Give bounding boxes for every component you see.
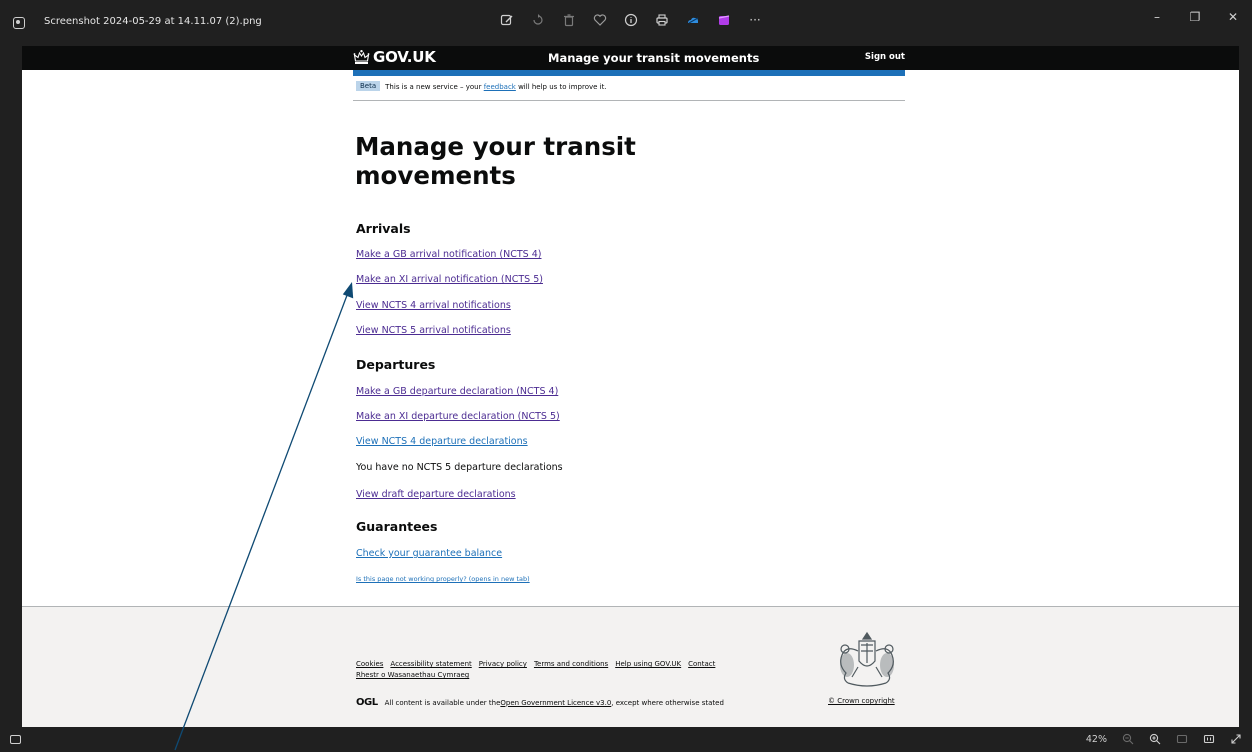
- edit-image-icon[interactable]: [500, 13, 514, 27]
- open-government-licence-link[interactable]: Open Government Licence v3.0: [500, 699, 611, 707]
- more-icon[interactable]: ···: [748, 13, 762, 27]
- clipchamp-icon[interactable]: [717, 13, 731, 27]
- view-ncts4-departures-link[interactable]: View NCTS 4 departure declarations: [356, 436, 528, 447]
- xi-arrival-link[interactable]: Make an XI arrival notification (NCTS 5): [356, 274, 543, 285]
- footer-link-help[interactable]: Help using GOV.UK: [615, 660, 681, 668]
- header-blue-bar: [353, 70, 905, 76]
- govuk-header-inner: GOV.UK Manage your transit movements Sig…: [353, 46, 905, 70]
- rotate-icon[interactable]: [531, 13, 545, 27]
- footer-link-terms[interactable]: Terms and conditions: [534, 660, 608, 668]
- title-bar: Screenshot 2024-05-29 at 14.11.07 (2).pn…: [0, 0, 1252, 46]
- royal-coat-of-arms-icon: [840, 631, 894, 687]
- print-icon[interactable]: [655, 13, 669, 27]
- maximize-icon[interactable]: ❐: [1176, 0, 1214, 34]
- guarantees-heading: Guarantees: [356, 519, 438, 534]
- govuk-logo-text: GOV.UK: [373, 48, 436, 66]
- view-ncts4-arrivals-link[interactable]: View NCTS 4 arrival notifications: [356, 300, 511, 311]
- licence-text-after: , except where otherwise stated: [611, 698, 724, 707]
- govuk-logo[interactable]: GOV.UK: [353, 48, 436, 66]
- footer-link-cookies[interactable]: Cookies: [356, 660, 383, 668]
- footer-link-contact[interactable]: Contact: [688, 660, 715, 668]
- phase-text-before: This is a new service – your: [385, 83, 484, 91]
- photo-viewer-window: Screenshot 2024-05-29 at 14.11.07 (2).pn…: [0, 0, 1252, 752]
- actual-size-icon[interactable]: [1203, 733, 1215, 745]
- file-name: Screenshot 2024-05-29 at 14.11.07 (2).pn…: [44, 16, 262, 27]
- beta-tag: Beta: [356, 81, 381, 91]
- gb-arrival-link[interactable]: Make a GB arrival notification (NCTS 4): [356, 249, 542, 260]
- minimize-icon[interactable]: –: [1138, 0, 1176, 34]
- sign-out-link[interactable]: Sign out: [865, 52, 905, 62]
- ogl-logo: OGL: [356, 697, 378, 708]
- no-ncts5-departures-text: You have no NCTS 5 departure declaration…: [356, 462, 563, 473]
- footer-link-welsh[interactable]: Rhestr o Wasanaethau Cymraeg: [356, 671, 469, 679]
- report-problem-link[interactable]: Is this page not working properly? (open…: [356, 575, 530, 583]
- close-icon[interactable]: ✕: [1214, 0, 1252, 34]
- xi-departure-link[interactable]: Make an XI departure declaration (NCTS 5…: [356, 411, 560, 422]
- favorite-icon[interactable]: [593, 13, 607, 27]
- zoom-in-icon[interactable]: [1149, 733, 1161, 745]
- info-icon[interactable]: [624, 13, 638, 27]
- onedrive-icon[interactable]: [686, 13, 700, 27]
- viewer-toolbar: ···: [500, 13, 762, 27]
- footer-link-accessibility[interactable]: Accessibility statement: [390, 660, 471, 668]
- phase-banner-text: This is a new service – your feedback wi…: [385, 81, 606, 91]
- phase-text-after: will help us to improve it.: [515, 83, 607, 91]
- view-draft-departures-link[interactable]: View draft departure declarations: [356, 489, 516, 500]
- filmstrip-icon[interactable]: [10, 735, 21, 744]
- delete-icon[interactable]: [562, 13, 576, 27]
- status-bar: 42%: [0, 727, 1252, 752]
- image-canvas: GOV.UK Manage your transit movements Sig…: [22, 46, 1239, 727]
- feedback-link[interactable]: feedback: [484, 83, 516, 91]
- zoom-out-icon[interactable]: [1122, 733, 1134, 745]
- view-ncts5-arrivals-link[interactable]: View NCTS 5 arrival notifications: [356, 325, 511, 336]
- crown-copyright-link[interactable]: © Crown copyright: [828, 697, 895, 705]
- govuk-footer: Cookies Accessibility statement Privacy po…: [22, 606, 1239, 727]
- footer-link-privacy[interactable]: Privacy policy: [479, 660, 527, 668]
- gb-departure-link[interactable]: Make a GB departure declaration (NCTS 4): [356, 386, 558, 397]
- arrivals-heading: Arrivals: [356, 221, 411, 236]
- full-screen-icon[interactable]: [1230, 733, 1242, 745]
- departures-heading: Departures: [356, 357, 436, 372]
- fit-to-window-icon[interactable]: [1176, 733, 1188, 745]
- crown-icon: [353, 50, 370, 64]
- service-name[interactable]: Manage your transit movements: [548, 51, 759, 65]
- window-controls: – ❐ ✕: [1138, 0, 1252, 34]
- phase-banner: Beta This is a new service – your feedba…: [353, 81, 905, 101]
- footer-links: Cookies Accessibility statement Privacy po…: [356, 659, 806, 681]
- licence-text-before: All content is available under the: [384, 698, 501, 707]
- page-title: Manage your transit movements: [355, 132, 636, 190]
- photos-app-icon: [13, 17, 25, 29]
- zoom-level: 42%: [1085, 733, 1107, 745]
- zoom-controls: 42%: [1086, 733, 1242, 745]
- guarantee-balance-link[interactable]: Check your guarantee balance: [356, 548, 502, 559]
- licence-row: OGL All content is available under the O…: [356, 697, 724, 708]
